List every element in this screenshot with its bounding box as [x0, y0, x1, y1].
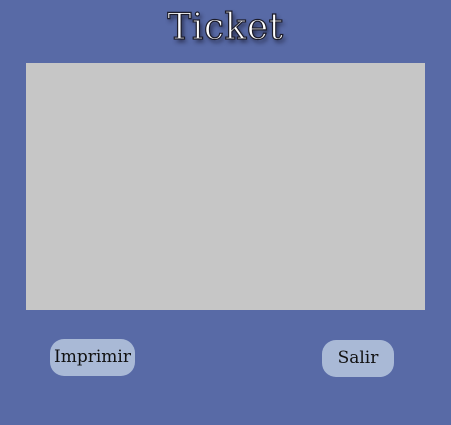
ticket-display-area	[26, 63, 425, 310]
exit-button[interactable]: Salir	[322, 340, 394, 377]
page-title: Ticket	[167, 6, 284, 48]
print-button[interactable]: Imprimir	[50, 339, 135, 376]
